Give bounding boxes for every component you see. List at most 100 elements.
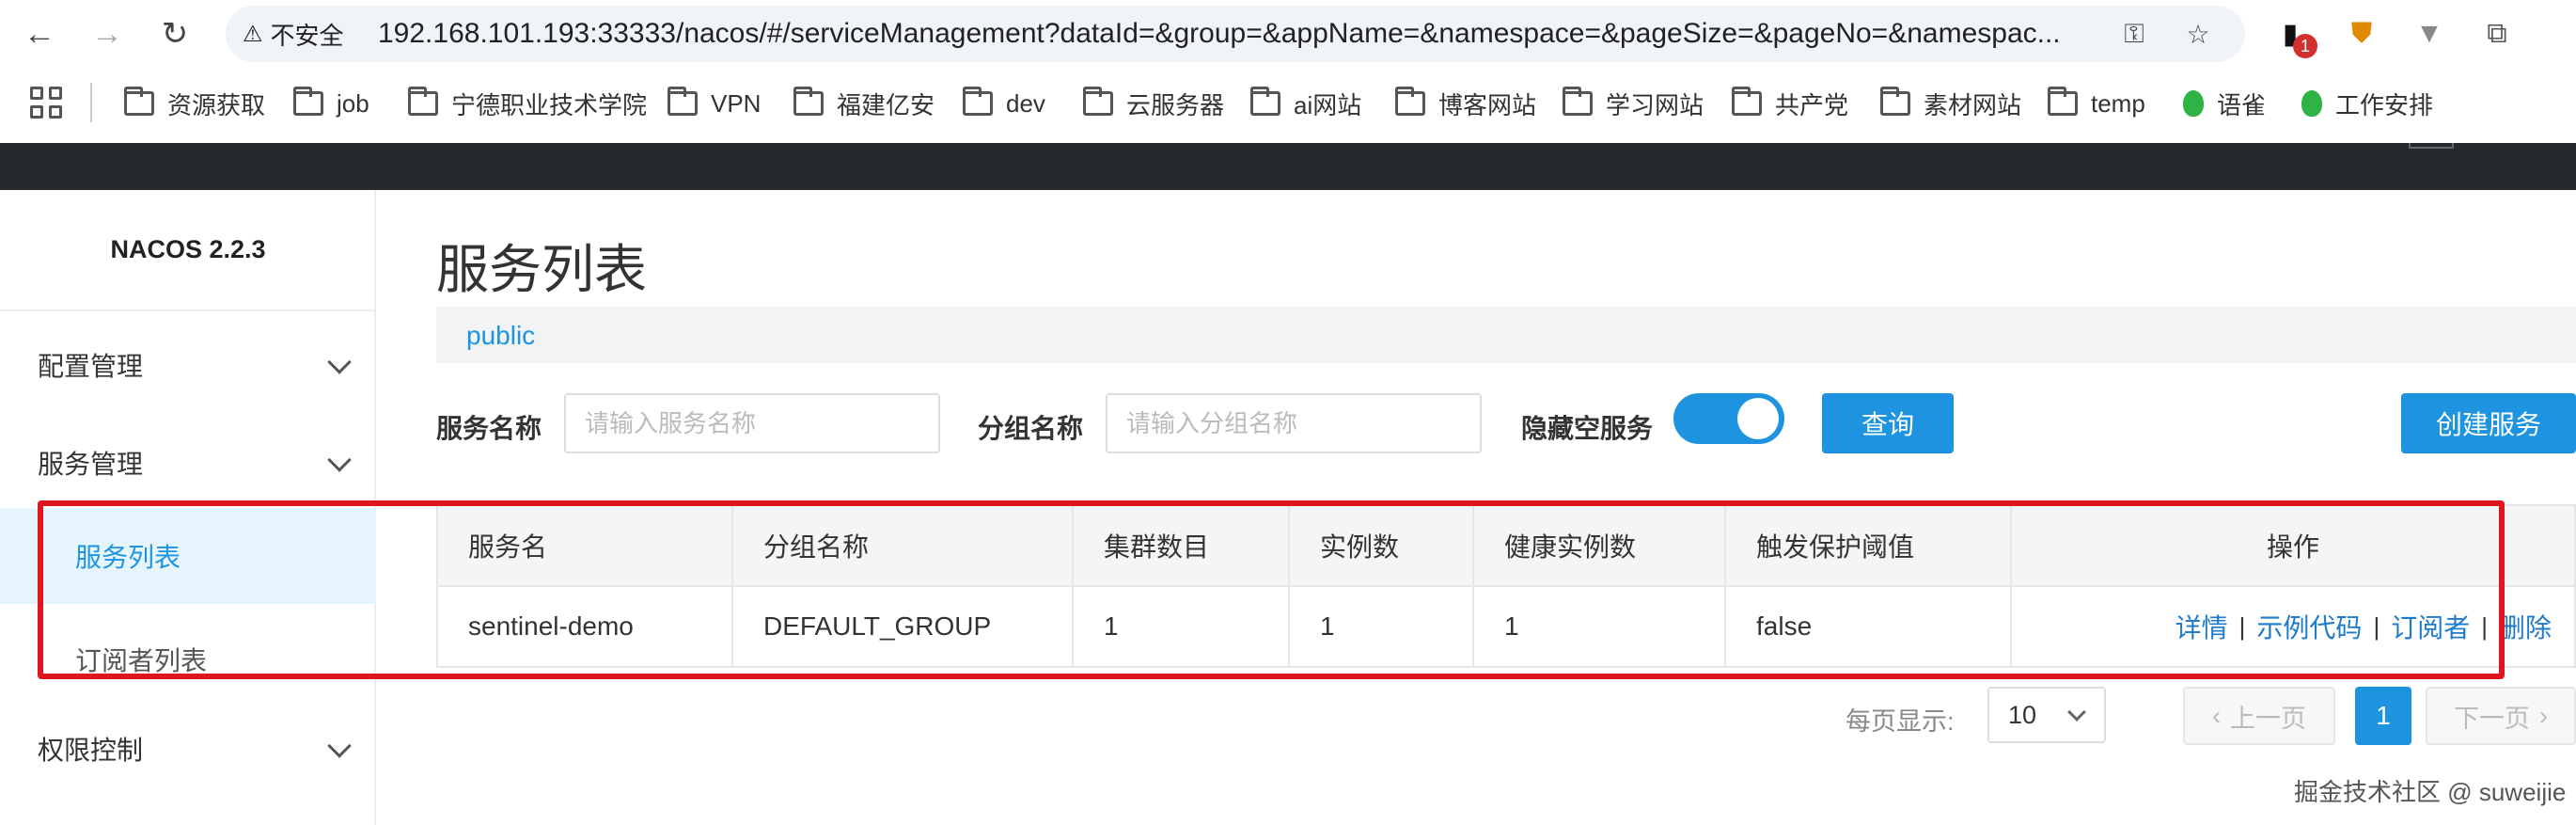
chevron-left-icon: ‹ bbox=[2212, 701, 2221, 730]
bookmark-folder[interactable]: 宁德职业技术学院 bbox=[408, 85, 647, 122]
bookmark-folder[interactable]: job bbox=[293, 85, 369, 122]
prev-page-button[interactable]: ‹ 上一页 bbox=[2183, 687, 2335, 745]
next-page-button[interactable]: 下一页 › bbox=[2426, 687, 2576, 745]
folder-icon bbox=[124, 87, 154, 116]
bookmark-folder[interactable]: 资源获取 bbox=[124, 85, 265, 122]
header-menu-button[interactable] bbox=[2409, 143, 2454, 149]
subscribers-link[interactable]: 订阅者 bbox=[2391, 608, 2470, 645]
forward-icon[interactable]: → bbox=[85, 11, 130, 56]
group-name-input[interactable] bbox=[1106, 393, 1482, 453]
delete-link[interactable]: 删除 bbox=[2499, 608, 2552, 645]
hide-empty-toggle[interactable] bbox=[1673, 393, 1784, 444]
page-title: 服务列表 bbox=[436, 240, 647, 299]
yuque-icon bbox=[2183, 90, 2204, 117]
folder-icon bbox=[293, 87, 323, 116]
folder-icon bbox=[2048, 87, 2078, 116]
column-header[interactable]: 健康实例数 bbox=[1474, 506, 1726, 585]
cell-protect-threshold: false bbox=[1726, 587, 2012, 666]
bookmark-folder[interactable]: dev bbox=[963, 85, 1045, 122]
extension-shield-icon[interactable]: ⛊ bbox=[2341, 13, 2382, 55]
table-row: sentinel-demo DEFAULT_GROUP 1 1 1 false … bbox=[438, 587, 2574, 666]
chevron-down-icon bbox=[327, 350, 352, 374]
folder-icon bbox=[1563, 87, 1593, 116]
page-size-select[interactable]: 10 bbox=[1987, 687, 2106, 743]
namespace-public-link[interactable]: public bbox=[466, 321, 535, 351]
bookmark-folder[interactable]: 福建亿安 bbox=[793, 85, 935, 122]
bookmark-folder[interactable]: 云服务器 bbox=[1083, 85, 1224, 122]
url-text[interactable]: 192.168.101.193:33333/nacos/#/serviceMan… bbox=[378, 18, 2098, 50]
bookmark-folder[interactable]: ai网站 bbox=[1250, 85, 1361, 122]
address-bar[interactable]: ⚠ 不安全 192.168.101.193:33333/nacos/#/serv… bbox=[226, 6, 2245, 62]
service-name-label: 服务名称 bbox=[436, 414, 542, 443]
chevron-down-icon bbox=[2067, 703, 2086, 722]
page-size-label: 每页显示: bbox=[1846, 707, 1955, 736]
sample-code-link[interactable]: 示例代码 bbox=[2256, 608, 2362, 645]
folder-icon bbox=[963, 87, 993, 116]
bookmark-link[interactable]: 工作安排 bbox=[2301, 85, 2433, 122]
service-table: 服务名 分组名称 集群数目 实例数 健康实例数 触发保护阈值 操作 sentin… bbox=[436, 504, 2576, 668]
menu-subscriber-list[interactable]: 订阅者列表 bbox=[0, 611, 376, 707]
watermark: 掘金技术社区 @ suweijie bbox=[2294, 778, 2567, 806]
column-header[interactable]: 集群数目 bbox=[1074, 506, 1290, 585]
star-icon[interactable]: ☆ bbox=[2179, 18, 2217, 50]
back-icon[interactable]: ← bbox=[17, 11, 62, 56]
folder-icon bbox=[1250, 87, 1280, 116]
bookmark-link[interactable]: 语雀 bbox=[2183, 85, 2266, 122]
cell-cluster-count: 1 bbox=[1074, 587, 1290, 666]
folder-icon bbox=[1083, 87, 1113, 116]
extensions-puzzle-icon[interactable]: ⧉ bbox=[2476, 13, 2518, 55]
group-name-label: 分组名称 bbox=[978, 414, 1084, 443]
sidebar: NACOS 2.2.3 配置管理 服务管理 服务列表 订阅者列表 权限控制 bbox=[0, 190, 376, 825]
menu-service-management[interactable]: 服务管理 bbox=[0, 423, 376, 502]
warning-icon: ⚠ bbox=[243, 21, 263, 47]
menu-config-management[interactable]: 配置管理 bbox=[0, 325, 376, 405]
bookmarks-divider bbox=[90, 83, 92, 122]
extension-vue-icon[interactable]: ▼ bbox=[2409, 13, 2450, 55]
query-button[interactable]: 查询 bbox=[1822, 393, 1954, 453]
column-header[interactable]: 实例数 bbox=[1290, 506, 1474, 585]
column-header[interactable]: 服务名 bbox=[438, 506, 733, 585]
cell-healthy-instance-count: 1 bbox=[1474, 587, 1726, 666]
apps-grid-icon[interactable] bbox=[30, 87, 62, 119]
folder-icon bbox=[668, 87, 698, 116]
bookmark-folder[interactable]: 学习网站 bbox=[1563, 85, 1704, 122]
browser-toolbar: ← → ↻ ⚠ 不安全 192.168.101.193:33333/nacos/… bbox=[0, 0, 2576, 68]
bookmark-folder[interactable]: VPN bbox=[668, 85, 761, 122]
cell-group-name: DEFAULT_GROUP bbox=[733, 587, 1074, 666]
current-page-button[interactable]: 1 bbox=[2355, 687, 2411, 745]
column-header[interactable]: 分组名称 bbox=[733, 506, 1074, 585]
folder-icon bbox=[1395, 87, 1425, 116]
toggle-knob bbox=[1737, 398, 1779, 439]
folder-icon bbox=[793, 87, 824, 116]
table-header-row: 服务名 分组名称 集群数目 实例数 健康实例数 触发保护阈值 操作 bbox=[438, 506, 2574, 587]
bookmark-folder[interactable]: temp bbox=[2048, 85, 2145, 122]
chevron-down-icon bbox=[327, 734, 352, 758]
yuque-icon bbox=[2301, 90, 2322, 117]
cell-operations: 详情 | 示例代码 | 订阅者 | 删除 bbox=[2012, 587, 2574, 666]
menu-access-control[interactable]: 权限控制 bbox=[0, 709, 376, 788]
reload-icon[interactable]: ↻ bbox=[152, 11, 197, 56]
folder-icon bbox=[1732, 87, 1762, 116]
op-separator: | bbox=[2481, 611, 2488, 641]
folder-icon bbox=[408, 87, 438, 116]
bookmark-folder[interactable]: 共产党 bbox=[1732, 85, 1848, 122]
details-link[interactable]: 详情 bbox=[2175, 608, 2228, 645]
hide-empty-label: 隐藏空服务 bbox=[1521, 414, 1654, 443]
brand-title: NACOS 2.2.3 bbox=[110, 235, 266, 263]
security-indicator[interactable]: ⚠ 不安全 bbox=[243, 18, 344, 50]
menu-service-list[interactable]: 服务列表 bbox=[0, 508, 376, 604]
cell-instance-count: 1 bbox=[1290, 587, 1474, 666]
bookmark-folder[interactable]: 博客网站 bbox=[1395, 85, 1536, 122]
create-service-button[interactable]: 创建服务 bbox=[2401, 393, 2576, 453]
chevron-down-icon bbox=[327, 448, 352, 472]
column-header[interactable]: 触发保护阈值 bbox=[1726, 506, 2012, 585]
op-separator: | bbox=[2373, 611, 2380, 641]
chevron-right-icon: › bbox=[2539, 701, 2548, 730]
service-name-input[interactable] bbox=[564, 393, 940, 453]
cell-service-name: sentinel-demo bbox=[438, 587, 733, 666]
key-icon[interactable]: ⚿ bbox=[2115, 18, 2153, 50]
folder-icon bbox=[1880, 87, 1910, 116]
bookmark-folder[interactable]: 素材网站 bbox=[1880, 85, 2021, 122]
brand-divider bbox=[0, 309, 376, 311]
op-separator: | bbox=[2238, 611, 2246, 641]
